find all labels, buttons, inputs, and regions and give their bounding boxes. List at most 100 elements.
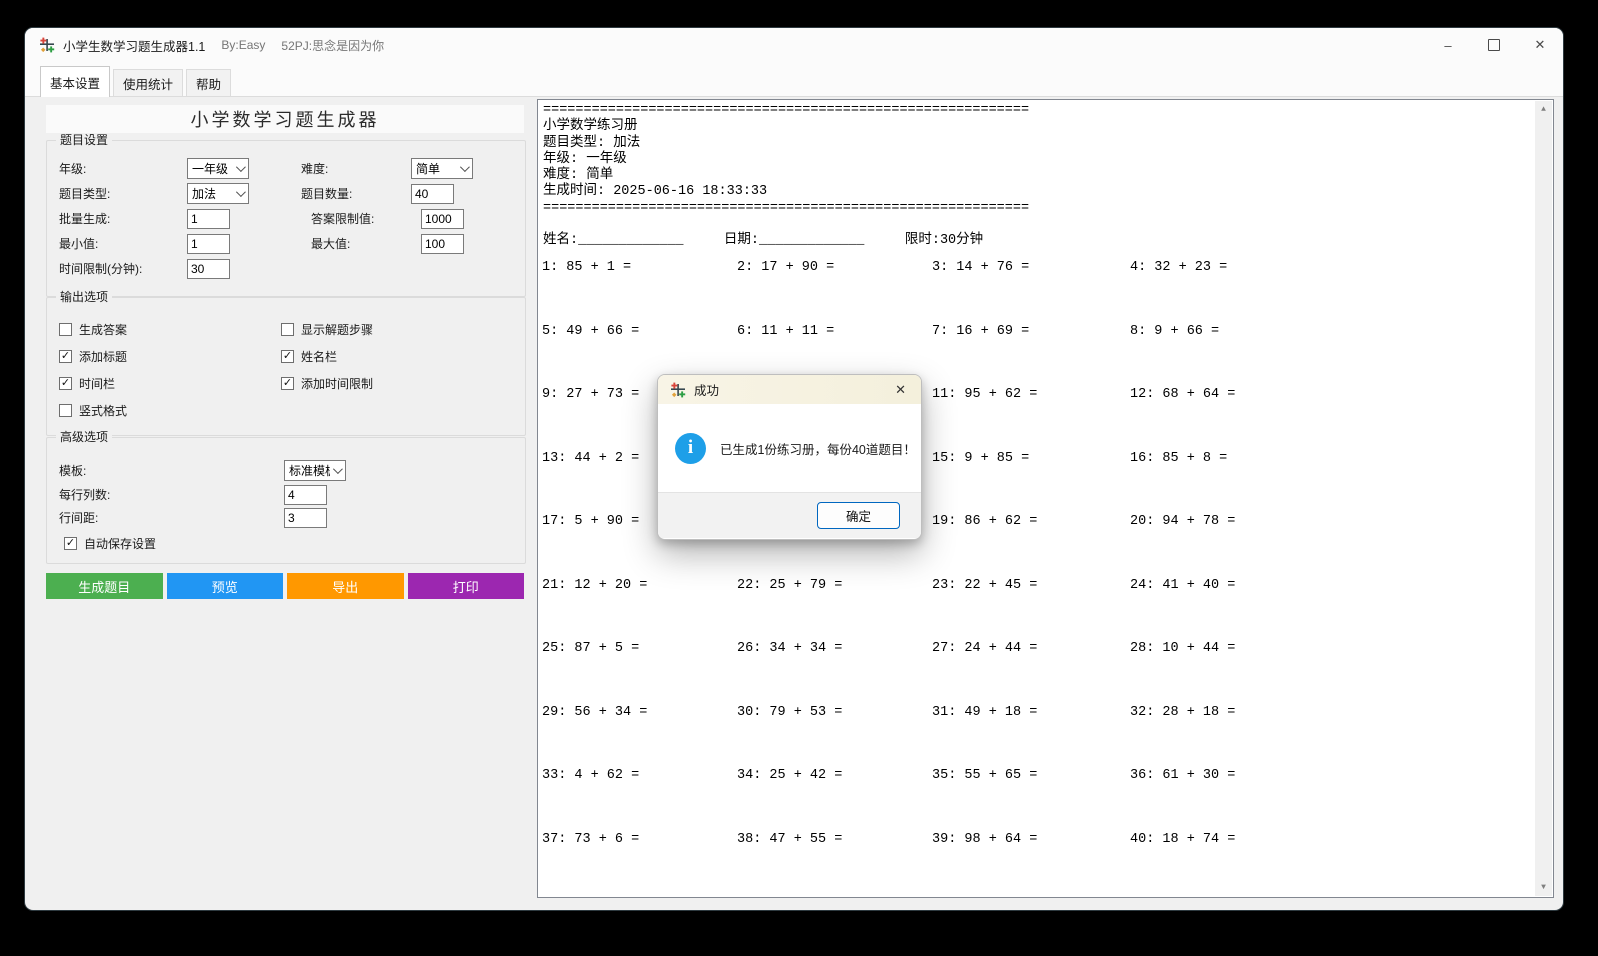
row-spacing-input[interactable] — [284, 508, 327, 528]
worksheet-timestamp: 生成时间: 2025-06-16 18:33:33 — [543, 184, 1529, 200]
tab-label: 使用统计 — [123, 74, 173, 93]
problem: 30: 79 + 53 = — [737, 705, 932, 769]
name-date-timelimit-line: 姓名:_____________ 日期:_____________ 限时:30分… — [543, 233, 1529, 249]
checkbox-time-field[interactable]: ✓ 时间栏 — [59, 370, 281, 397]
problem: 40: 18 + 74 = — [1130, 832, 1529, 896]
grade-value: 一年级 — [192, 160, 228, 177]
checkbox-icon: ✓ — [281, 350, 294, 363]
problem: 24: 41 + 40 = — [1130, 578, 1529, 642]
checkbox-add-title[interactable]: ✓ 添加标题 — [59, 343, 281, 370]
difficulty-select[interactable]: 简单 — [411, 158, 473, 179]
minimize-icon: – — [1444, 38, 1451, 53]
group-legend: 题目设置 — [56, 133, 112, 148]
dialog-body: i 已生成1份练习册，每份40道题目！ — [658, 404, 921, 492]
problem: 8: 9 + 66 = — [1130, 324, 1529, 388]
template-select[interactable]: 标准模板 — [284, 460, 346, 481]
dialog-close-button[interactable]: ✕ — [892, 382, 909, 398]
max-label: 最大值: — [311, 235, 421, 252]
problem: 3: 14 + 76 = — [932, 260, 1130, 324]
checkbox-label: 自动保存设置 — [84, 535, 156, 552]
checkbox-add-time-limit[interactable]: ✓ 添加时间限制 — [281, 370, 517, 397]
chevron-down-icon — [236, 187, 246, 197]
grade-select[interactable]: 一年级 — [187, 158, 249, 179]
answer-limit-input[interactable] — [421, 209, 464, 229]
problem: 16: 85 + 8 = — [1130, 451, 1529, 515]
dialog-title: 成功 — [694, 380, 892, 399]
problems-grid: 1: 85 + 1 = 2: 17 + 90 = 3: 14 + 76 = 4:… — [542, 260, 1529, 895]
tab-strip: 基本设置 使用统计 帮助 — [25, 62, 1563, 97]
tab-basic-settings[interactable]: 基本设置 — [40, 66, 110, 97]
min-input[interactable] — [187, 234, 230, 254]
problem: 7: 16 + 69 = — [932, 324, 1130, 388]
problem: 36: 61 + 30 = — [1130, 768, 1529, 832]
app-icon — [670, 382, 686, 398]
checkbox-vertical-format[interactable]: 竖式格式 — [59, 397, 281, 424]
columns-per-row-label: 每行列数: — [59, 486, 284, 503]
worksheet-title: 小学数学练习册 — [543, 119, 1529, 135]
worksheet-grade: 年级: 一年级 — [543, 152, 1529, 168]
title-bar: 小学生数学习题生成器1.1 By:Easy 52PJ:思念是因为你 – ✕ — [25, 28, 1563, 62]
problem: 15: 9 + 85 = — [932, 451, 1130, 515]
batch-label: 批量生成: — [59, 210, 187, 227]
tab-help[interactable]: 帮助 — [186, 69, 231, 96]
dialog-footer: 确定 — [658, 492, 921, 538]
checkbox-label: 时间栏 — [79, 375, 115, 392]
chevron-down-icon — [236, 162, 246, 172]
tab-usage-stats[interactable]: 使用统计 — [113, 69, 183, 96]
print-button[interactable]: 打印 — [408, 573, 525, 599]
problem: 34: 25 + 42 = — [737, 768, 932, 832]
ok-button[interactable]: 确定 — [817, 502, 900, 529]
close-icon: ✕ — [895, 382, 906, 397]
checkbox-icon — [59, 323, 72, 336]
count-input[interactable] — [411, 184, 454, 204]
close-button[interactable]: ✕ — [1517, 28, 1563, 62]
problem: 27: 24 + 44 = — [932, 641, 1130, 705]
group-legend: 高级选项 — [56, 430, 112, 445]
worksheet-type: 题目类型: 加法 — [543, 136, 1529, 152]
maximize-icon — [1488, 39, 1500, 51]
problem: 26: 34 + 34 = — [737, 641, 932, 705]
type-select[interactable]: 加法 — [187, 183, 249, 204]
page-title: 小学数学习题生成器 — [46, 105, 524, 133]
separator-line: ========================================… — [543, 103, 1529, 119]
grade-label: 年级: — [59, 160, 187, 177]
problem: 29: 56 + 34 = — [542, 705, 737, 769]
checkbox-autosave-settings[interactable]: ✓ 自动保存设置 — [64, 530, 156, 557]
worksheet-header: ========================================… — [543, 103, 1529, 250]
checkbox-label: 添加时间限制 — [301, 375, 373, 392]
vertical-scrollbar[interactable]: ▲ ▼ — [1535, 101, 1552, 896]
window-title: 小学生数学习题生成器1.1 — [63, 36, 205, 55]
problem: 39: 98 + 64 = — [932, 832, 1130, 896]
time-limit-label: 时间限制(分钟): — [59, 260, 187, 277]
difficulty-value: 简单 — [416, 160, 440, 177]
maximize-button[interactable] — [1471, 28, 1517, 62]
scroll-up-icon[interactable]: ▲ — [1535, 101, 1552, 118]
batch-input[interactable] — [187, 209, 230, 229]
problem: 31: 49 + 18 = — [932, 705, 1130, 769]
problem: 32: 28 + 18 = — [1130, 705, 1529, 769]
columns-per-row-input[interactable] — [284, 485, 327, 505]
checkbox-icon: ✓ — [64, 537, 77, 550]
checkbox-name-field[interactable]: ✓ 姓名栏 — [281, 343, 517, 370]
type-label: 题目类型: — [59, 185, 187, 202]
worksheet-difficulty: 难度: 简单 — [543, 168, 1529, 184]
generate-button[interactable]: 生成题目 — [46, 573, 163, 599]
scroll-down-icon[interactable]: ▼ — [1535, 879, 1552, 896]
checkbox-show-steps[interactable]: 显示解题步骤 — [281, 316, 517, 343]
export-button[interactable]: 导出 — [287, 573, 404, 599]
checkbox-generate-answers[interactable]: 生成答案 — [59, 316, 281, 343]
group-legend: 输出选项 — [56, 290, 112, 305]
problem: 20: 94 + 78 = — [1130, 514, 1529, 578]
minimize-button[interactable]: – — [1425, 28, 1471, 62]
time-limit-input[interactable] — [187, 259, 230, 279]
group-question-settings: 题目设置 年级: 一年级 难度: 简单 题目类型: 加法 题目数量: 批量生成: — [46, 140, 526, 297]
max-input[interactable] — [421, 234, 464, 254]
chevron-down-icon — [333, 464, 343, 474]
problem: 21: 12 + 20 = — [542, 578, 737, 642]
dialog-message: 已生成1份练习册，每份40道题目！ — [720, 439, 916, 458]
problem: 23: 22 + 45 = — [932, 578, 1130, 642]
preview-button[interactable]: 预览 — [167, 573, 284, 599]
checkbox-label: 生成答案 — [79, 321, 127, 338]
success-dialog: 成功 ✕ i 已生成1份练习册，每份40道题目！ 确定 — [657, 374, 922, 540]
close-icon: ✕ — [1535, 37, 1546, 53]
